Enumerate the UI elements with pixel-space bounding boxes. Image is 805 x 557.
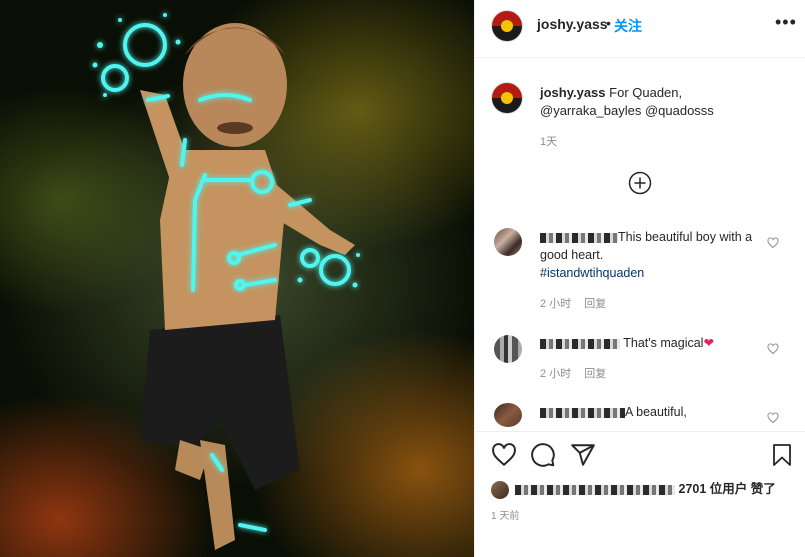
action-bar xyxy=(475,432,805,480)
liker-avatar[interactable] xyxy=(491,480,509,499)
more-options-icon[interactable]: ••• xyxy=(775,12,797,33)
comment-text: That's magical❤ xyxy=(540,334,765,352)
commenter-avatar[interactable] xyxy=(494,335,522,363)
post-timestamp: 1 天前 xyxy=(491,511,520,522)
bookmark-icon[interactable] xyxy=(770,442,794,468)
comment-heart-icon[interactable] xyxy=(767,343,779,355)
post-header: joshy.yass • 关注 ••• xyxy=(475,0,805,57)
comment-heart-icon[interactable] xyxy=(767,237,779,249)
illustration xyxy=(92,13,360,550)
comment-icon[interactable] xyxy=(530,442,556,468)
comment-meta: 2 小时 回复 xyxy=(540,295,616,311)
caption-mentions[interactable]: @yarraka_bayles @quadosss xyxy=(540,103,714,118)
likes-suffix[interactable]: 位用户 赞了 xyxy=(710,482,776,496)
reply-button[interactable]: 回复 xyxy=(584,368,606,380)
blurred-username[interactable] xyxy=(540,338,620,349)
comment-time: 2 小时 xyxy=(540,368,572,380)
caption-username[interactable]: joshy.yass xyxy=(540,85,606,100)
blurred-username[interactable] xyxy=(540,407,625,418)
post-image[interactable] xyxy=(0,0,474,557)
caption-avatar[interactable] xyxy=(491,82,523,114)
comment-time: 2 小时 xyxy=(540,298,572,310)
likes-count[interactable]: 2701 xyxy=(678,482,706,496)
comment-meta: 2 小时 回复 xyxy=(540,365,616,381)
plus-circle-icon[interactable] xyxy=(628,171,652,195)
heart-icon[interactable] xyxy=(491,442,517,468)
comment-body: A beautiful, xyxy=(625,405,687,419)
comment-text: A beautiful, xyxy=(540,403,765,421)
blurred-liker[interactable] xyxy=(515,484,675,495)
author-avatar[interactable] xyxy=(491,10,523,42)
comment-heart-icon[interactable] xyxy=(767,412,779,424)
commenter-avatar[interactable] xyxy=(494,228,522,256)
share-icon[interactable] xyxy=(570,442,596,468)
comment-text: This beautiful boy with a good heart. #i… xyxy=(540,228,765,282)
separator-dot: • xyxy=(606,15,611,31)
caption-text: joshy.yass For Quaden, @yarraka_bayles @… xyxy=(540,84,790,120)
blurred-username[interactable] xyxy=(540,232,618,243)
comment-body: That's magical xyxy=(623,336,704,350)
header-divider xyxy=(475,57,805,58)
reply-button[interactable]: 回复 xyxy=(584,298,606,310)
heart-emoji: ❤ xyxy=(703,336,714,350)
likes-summary: 2701 位用户 赞了 xyxy=(491,478,801,499)
caption-time: 1天 xyxy=(540,136,558,148)
caption-body: For Quaden, xyxy=(605,85,683,100)
commenter-avatar[interactable] xyxy=(494,403,522,427)
comment-hashtag[interactable]: #istandwtihquaden xyxy=(540,266,644,280)
post-sidebar: joshy.yass • 关注 ••• joshy.yass For Quade… xyxy=(475,0,805,557)
follow-button[interactable]: 关注 xyxy=(614,16,642,36)
author-username[interactable]: joshy.yass xyxy=(537,16,608,32)
